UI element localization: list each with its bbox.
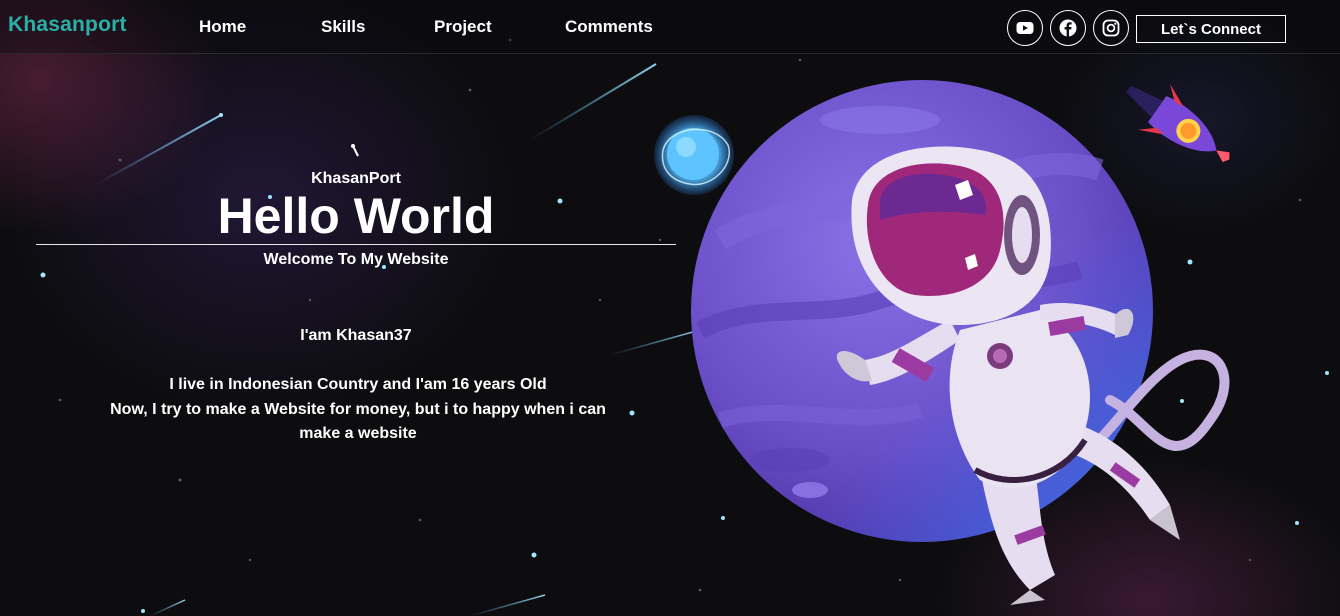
instagram-button[interactable] [1093, 10, 1129, 46]
nav-project[interactable]: Project [434, 17, 492, 37]
youtube-button[interactable] [1007, 10, 1043, 46]
hero-subtitle: Welcome To My Website [263, 251, 449, 268]
hero-title: Hello World [217, 188, 495, 244]
hero-intro: I'am Khasan37 [300, 327, 412, 344]
facebook-button[interactable] [1050, 10, 1086, 46]
hero-divider [36, 244, 676, 245]
hero-bio: I live in Indonesian Country and I'am 16… [98, 373, 618, 447]
top-navbar: Khasanport Home Skills Project Comments … [0, 0, 1340, 54]
youtube-icon [1016, 22, 1034, 34]
instagram-icon [1102, 19, 1120, 37]
lets-connect-button[interactable]: Let`s Connect [1136, 15, 1286, 43]
facebook-icon [1059, 19, 1077, 37]
hero-tagline: KhasanPort [311, 170, 401, 187]
bio-line-1: I live in Indonesian Country and I'am 16… [169, 376, 547, 393]
nav-skills[interactable]: Skills [321, 17, 365, 37]
hero-section: KhasanPort Hello World Welcome To My Web… [36, 140, 676, 447]
nav-comments[interactable]: Comments [565, 17, 653, 37]
bio-line-2: Now, I try to make a Website for money, … [110, 400, 606, 443]
nav-home[interactable]: Home [199, 17, 246, 37]
brand-logo[interactable]: Khasanport [8, 13, 127, 37]
